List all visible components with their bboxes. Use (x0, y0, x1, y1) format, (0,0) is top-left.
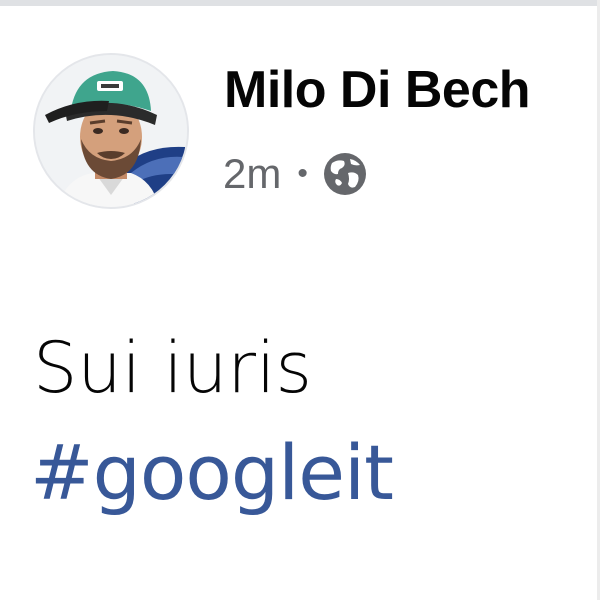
post-timestamp[interactable]: 2m (223, 146, 281, 202)
post-card: Milo Di Bech 2m • Sui iuris #googleit (0, 0, 600, 600)
post-meta: 2m • (223, 146, 368, 202)
globe-icon[interactable] (322, 151, 368, 197)
avatar[interactable] (33, 53, 189, 209)
top-divider (0, 0, 600, 6)
globe-icon-graphic (323, 153, 366, 195)
meta-separator: • (297, 157, 308, 190)
avatar-image (35, 55, 187, 207)
hashtag-link[interactable]: #googleit (30, 418, 394, 528)
post-text: Sui iuris (33, 327, 313, 409)
author-name[interactable]: Milo Di Bech (224, 60, 531, 120)
